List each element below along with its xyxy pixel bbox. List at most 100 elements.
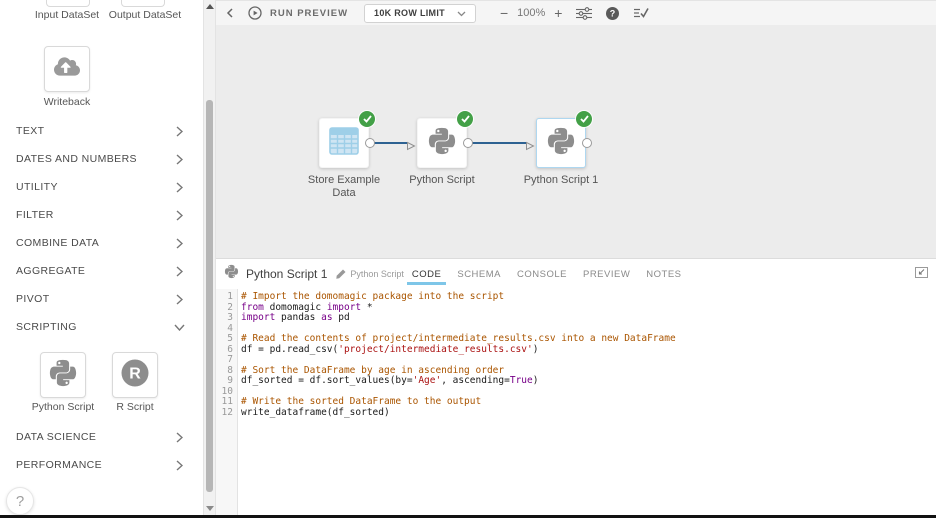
scroll-up-arrow-icon[interactable] [206,4,214,9]
line-number: 12 [221,406,233,418]
output-port[interactable] [582,138,592,148]
chevron-right-icon [176,237,183,249]
sidebar: Input DataSet Output DataSet Writeback T… [0,0,203,515]
sidebar-section-label: FILTER [16,209,54,221]
table-icon [329,126,359,160]
sidebar-section-label: PIVOT [16,293,50,305]
line-content: df = pd.read_csv('project/intermediate_r… [241,343,539,355]
input-dataset-tile[interactable] [46,0,90,7]
sidebar-section[interactable]: COMBINE DATA [0,229,203,257]
input-port-arrow-icon[interactable] [406,138,416,151]
editor-subtitle: Python Script [350,269,404,279]
flow-node[interactable]: Store Example Data [308,111,380,199]
code-line[interactable]: 9 df_sorted = df.sort_values(by='Age', as… [216,375,936,387]
sidebar-section-label: COMBINE DATA [16,237,100,249]
cloud-upload-icon [54,56,80,82]
success-check-icon [457,111,473,127]
chevron-right-icon [174,322,185,333]
node-label: Python Script 1 [523,174,599,186]
r-icon: R [120,358,150,393]
python-icon [48,358,78,393]
flow-edge[interactable] [472,142,526,144]
sidebar-section[interactable]: PERFORMANCE [0,451,203,479]
success-check-icon [576,111,592,127]
writeback-tile[interactable] [44,46,90,92]
code-line[interactable]: 6 df = pd.read_csv('project/intermediate_… [216,343,936,356]
line-number: 7 [227,354,233,365]
scripting-tiles: Python Script R R Script [0,341,203,423]
code-line[interactable]: 12 write_dataframe(df_sorted) [216,406,936,419]
node-label: Python Script [409,174,475,186]
line-number: 3 [227,312,233,323]
flow-node[interactable]: Python Script [407,111,475,186]
sidebar-section-label: DATA SCIENCE [16,431,97,443]
line-content: import pandas as pd [241,312,350,323]
code-line[interactable]: 3 import pandas as pd [216,312,936,324]
magic-etl-app: Input DataSet Output DataSet Writeback T… [0,0,936,518]
sidebar-section[interactable]: SCRIPTING [0,313,203,341]
sidebar-section[interactable]: UTILITY [0,173,203,201]
editor-tab[interactable]: PREVIEW [583,259,630,289]
flow-node[interactable]: Python Script 1 [524,111,598,186]
sidebar-section-label: PERFORMANCE [16,459,103,471]
python-icon [224,264,239,284]
sidebar-section[interactable]: DATA SCIENCE [0,423,203,451]
flow-area[interactable]: Store Example Data Python Script Python Sc… [216,0,936,258]
sidebar-section[interactable]: AGGREGATE [0,257,203,285]
editor-title: Python Script 1 [246,267,328,281]
python-script-tile[interactable] [40,352,86,398]
editor-tab[interactable]: CODE [406,259,447,289]
sidebar-scrollbar[interactable] [203,0,216,515]
sidebar-section[interactable]: DATES AND NUMBERS [0,145,203,173]
pencil-icon[interactable] [336,269,346,279]
chevron-right-icon [176,125,183,137]
editor-tab[interactable]: NOTES [646,259,681,289]
line-number: 5 [227,333,233,344]
line-content: df_sorted = df.sort_values(by='Age', asc… [241,375,539,386]
editor-header: Python Script 1 Python Script CODE SCHEM… [216,259,936,289]
editor-tab[interactable]: SCHEMA [457,259,501,289]
editor-tab[interactable]: CONSOLE [517,259,567,289]
sidebar-section-label: UTILITY [16,181,58,193]
chevron-right-icon [176,293,183,305]
chevron-right-icon [176,459,183,471]
sidebar-sections-bottom: DATA SCIENCE PERFORMANCE [0,423,203,479]
scrollbar-thumb[interactable] [206,100,213,492]
output-dataset-tile[interactable] [121,0,165,7]
line-number: 11 [221,396,233,407]
sidebar-section-label: SCRIPTING [16,321,77,333]
output-dataset-label: Output DataSet [108,9,182,21]
flow-edge[interactable] [374,142,407,144]
sidebar-section-label: AGGREGATE [16,265,86,277]
output-port[interactable] [365,138,375,148]
python-icon [427,126,457,161]
line-content: write_dataframe(df_sorted) [241,406,390,418]
sidebar-section[interactable]: PIVOT [0,285,203,313]
chevron-right-icon [176,181,183,193]
sidebar-section[interactable]: FILTER [0,201,203,229]
sidebar-section[interactable]: TEXT [0,117,203,145]
chevron-right-icon [176,153,183,165]
scroll-down-arrow-icon[interactable] [206,506,214,511]
success-check-icon [359,111,375,127]
writeback-label: Writeback [43,96,91,108]
sidebar-section-label: DATES AND NUMBERS [16,153,137,165]
editor-panel: Python Script 1 Python Script CODE SCHEM… [216,258,936,515]
code-editor[interactable]: 1 # Import the domomagic package into the… [216,289,936,515]
svg-text:R: R [129,365,141,382]
sidebar-sections-top: TEXT DATES AND NUMBERS UTILITY FILTER CO… [0,117,203,341]
node-label: Store Example Data [307,174,381,199]
flow-canvas[interactable]: RUN PREVIEW 10K ROW LIMIT − 100% + ? Sto… [216,0,936,258]
line-number: 9 [227,375,233,386]
chevron-right-icon [176,431,183,443]
chevron-right-icon [176,209,183,221]
input-port-arrow-icon[interactable] [525,138,535,151]
output-port[interactable] [463,138,473,148]
help-button[interactable]: ? [6,487,34,515]
sidebar-section-label: TEXT [16,125,45,137]
line-number: 1 [227,291,233,302]
tile-label: R Script [116,401,154,413]
expand-icon[interactable] [915,267,928,278]
chevron-right-icon [176,265,183,277]
r-script-tile[interactable]: R [112,352,158,398]
